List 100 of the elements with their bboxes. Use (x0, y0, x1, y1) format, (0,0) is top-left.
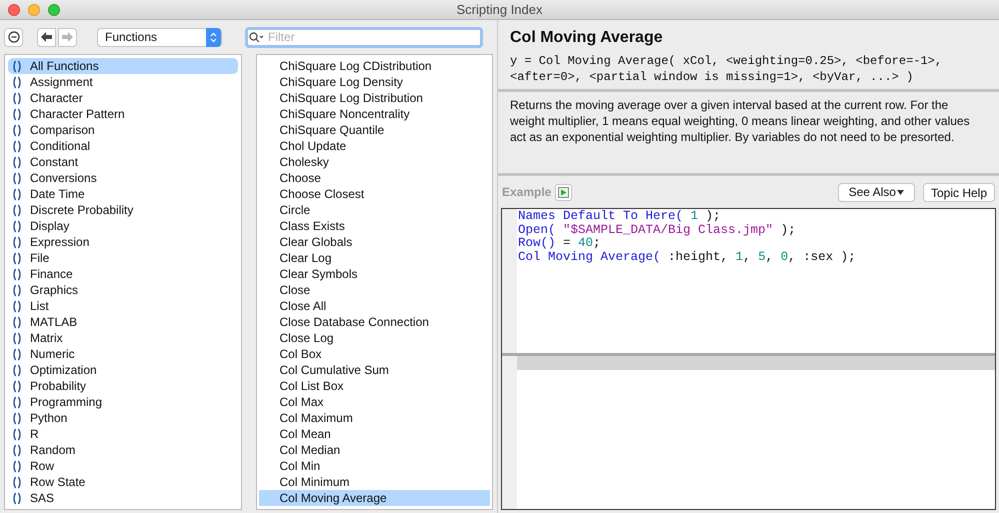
parentheses-icon (12, 492, 22, 504)
category-item[interactable]: Conditional (8, 138, 238, 154)
parentheses-icon (12, 76, 22, 88)
function-item[interactable]: Col Maximum (258, 410, 490, 426)
category-item[interactable]: Row State (8, 474, 238, 490)
function-item[interactable]: Choose (258, 170, 490, 186)
code-editor[interactable]: Names Default To Here( 1 ); Open( "$SAMPLE_DATA/Big Class.jmp" ); Row() = 40; Col Moving Average( :height, 1, 5, 0, :sex ); (501, 208, 996, 510)
category-label: Row (30, 458, 54, 474)
run-example-button[interactable] (555, 184, 572, 200)
category-label: Matrix (30, 330, 63, 346)
function-item[interactable]: Col Median (258, 442, 490, 458)
category-label: All Functions (30, 58, 99, 74)
category-item[interactable]: Constant (8, 154, 238, 170)
zoom-button[interactable] (48, 4, 60, 16)
category-item[interactable]: Expression (8, 234, 238, 250)
function-item[interactable]: Close Database Connection (258, 314, 490, 330)
function-item[interactable]: Close (258, 282, 490, 298)
category-item[interactable]: R (8, 426, 238, 442)
category-item[interactable]: SAS (8, 490, 238, 506)
category-item[interactable]: Character (8, 90, 238, 106)
function-item[interactable]: Class Exists (258, 218, 490, 234)
category-item[interactable]: Assignment (8, 74, 238, 90)
function-item[interactable]: Col Cumulative Sum (258, 362, 490, 378)
category-item[interactable]: Optimization (8, 362, 238, 378)
back-button[interactable] (37, 28, 56, 46)
category-item[interactable]: Programming (8, 394, 238, 410)
code-line: Names Default To Here( 1 ); (518, 210, 722, 224)
category-item[interactable]: Matrix (8, 330, 238, 346)
play-icon (558, 186, 570, 198)
function-item[interactable]: Col Box (258, 346, 490, 362)
search-field[interactable]: Filter (245, 26, 483, 48)
example-label: Example (502, 184, 552, 201)
category-label: Numeric (30, 346, 75, 362)
parentheses-icon (12, 124, 22, 136)
category-item[interactable]: Character Pattern (8, 106, 238, 122)
minus-circle-icon (8, 31, 20, 43)
function-item[interactable]: ChiSquare Log Distribution (258, 90, 490, 106)
function-signature: y = Col Moving Average( xCol, <weighting=0.25>, <before=-1>, <after=0>, <partial window is missing=1>, <byVar, ...> ) (510, 53, 944, 85)
category-item[interactable]: MATLAB (8, 314, 238, 330)
function-item[interactable]: Clear Log (258, 250, 490, 266)
collapse-button[interactable] (4, 28, 23, 46)
parentheses-icon (12, 300, 22, 312)
function-item[interactable]: Choose Closest (258, 186, 490, 202)
function-item[interactable]: ChiSquare Noncentrality (258, 106, 490, 122)
category-item[interactable]: Random (8, 442, 238, 458)
function-item[interactable]: ChiSquare Quantile (258, 122, 490, 138)
category-item[interactable]: Row (8, 458, 238, 474)
category-item[interactable]: Comparison (8, 122, 238, 138)
category-item[interactable]: Numeric (8, 346, 238, 362)
function-item[interactable]: ChiSquare Log CDistribution (258, 58, 490, 74)
function-item[interactable]: Col Mean (258, 426, 490, 442)
category-item[interactable]: Date Time (8, 186, 238, 202)
function-item[interactable]: Col Min (258, 458, 490, 474)
function-item[interactable]: Col Moving Average (258, 490, 490, 506)
function-item[interactable]: Chol Update (258, 138, 490, 154)
category-label: Probability (30, 378, 86, 394)
function-item[interactable]: Close Log (258, 330, 490, 346)
category-label: File (30, 250, 50, 266)
category-item[interactable]: Conversions (8, 170, 238, 186)
function-item[interactable]: Clear Globals (258, 234, 490, 250)
close-button[interactable] (8, 4, 20, 16)
category-item[interactable]: Python (8, 410, 238, 426)
category-item[interactable]: Graphics (8, 282, 238, 298)
category-label: R (30, 426, 39, 442)
category-item[interactable]: Display (8, 218, 238, 234)
function-item[interactable]: Cholesky (258, 154, 490, 170)
function-item[interactable]: Clear Symbols (258, 266, 490, 282)
function-item[interactable]: Col List Box (258, 378, 490, 394)
window-title: Scripting Index (456, 0, 542, 19)
parentheses-icon (12, 140, 22, 152)
parentheses-icon (12, 220, 22, 232)
parentheses-icon (12, 364, 22, 376)
category-item[interactable]: Finance (8, 266, 238, 282)
function-item[interactable]: Circle (258, 202, 490, 218)
code-line: Row() = 40; (518, 237, 601, 250)
category-label: Programming (30, 394, 102, 410)
see-also-button[interactable]: See Also (838, 182, 915, 202)
category-label: Graphics (30, 282, 78, 298)
minimize-button[interactable] (28, 4, 40, 16)
function-description: Returns the moving average over a given interval based at the current row. For the weight multiplier, 1 means equal weighting, 0 means linear weighting, and other values act as an exponential weighting multiplier. By variables do not need to be presorted. (510, 97, 971, 145)
category-item[interactable]: Discrete Probability (8, 202, 238, 218)
parentheses-icon (12, 396, 22, 408)
category-label: Character (30, 90, 83, 106)
function-item[interactable]: ChiSquare Log Density (258, 74, 490, 90)
parentheses-icon (12, 444, 22, 456)
category-item[interactable]: All Functions (8, 58, 238, 74)
category-item[interactable]: File (8, 250, 238, 266)
scroll-bar[interactable] (517, 356, 995, 370)
category-item[interactable]: Probability (8, 378, 238, 394)
topic-help-button[interactable]: Topic Help (922, 182, 995, 202)
category-dropdown[interactable]: Functions (97, 28, 222, 46)
parentheses-icon (12, 428, 22, 440)
function-item[interactable]: Col Max (258, 394, 490, 410)
category-label: Optimization (30, 362, 97, 378)
function-item[interactable]: Col Minimum (258, 474, 490, 490)
parentheses-icon (12, 348, 22, 360)
category-label: Conditional (30, 138, 90, 154)
category-label: List (30, 298, 49, 314)
function-item[interactable]: Close All (258, 298, 490, 314)
category-item[interactable]: List (8, 298, 238, 314)
